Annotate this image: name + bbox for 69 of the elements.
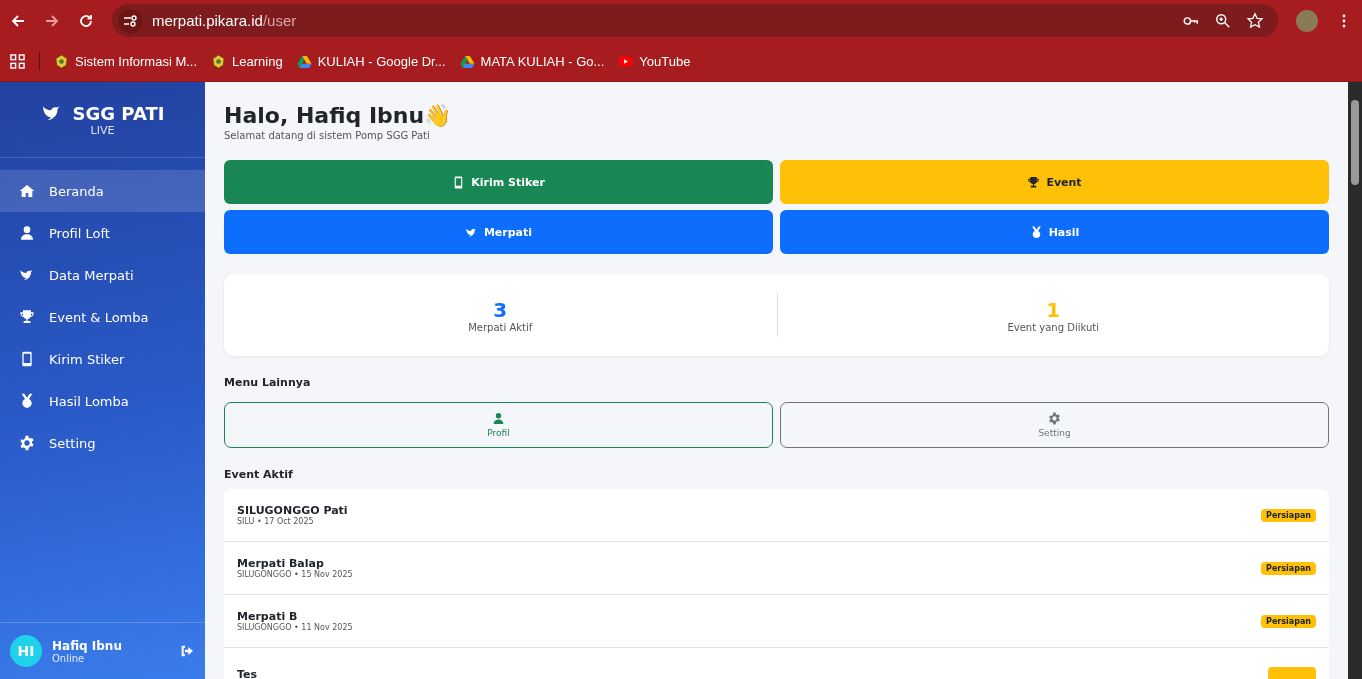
menu-button[interactable]: Setting bbox=[780, 402, 1329, 448]
bookmark[interactable]: MATA KULIAH - Go... bbox=[459, 53, 605, 69]
action-button[interactable]: Hasil bbox=[780, 210, 1329, 254]
sidebar-item[interactable]: Profil Loft bbox=[0, 212, 205, 254]
star-icon[interactable] bbox=[1246, 11, 1264, 30]
menu-button[interactable]: Profil bbox=[224, 402, 773, 448]
url-host: merpati.pikara.id bbox=[152, 12, 263, 29]
crest-icon bbox=[54, 53, 69, 69]
trophy-icon bbox=[19, 309, 35, 325]
section-heading: Menu Lainnya bbox=[224, 376, 312, 389]
url-path: /user bbox=[262, 12, 297, 29]
action-button[interactable]: Merpati bbox=[224, 210, 773, 254]
bookmark[interactable]: KULIAH - Google Dr... bbox=[296, 53, 446, 69]
sidebar-item[interactable]: Kirim Stiker bbox=[0, 338, 205, 380]
action-button[interactable]: Event bbox=[780, 160, 1329, 204]
sidebar-item[interactable]: Event & Lomba bbox=[0, 296, 205, 338]
drive-icon bbox=[459, 53, 475, 69]
sidebar-item[interactable]: Data Merpati bbox=[0, 254, 205, 296]
apps-grid-icon[interactable] bbox=[10, 53, 25, 69]
event-title: Tes bbox=[237, 667, 259, 679]
back-icon[interactable] bbox=[10, 12, 26, 29]
event-meta: SILU • 17 Oct 2025 bbox=[237, 517, 315, 526]
sidebar-item[interactable]: Hasil Lomba bbox=[0, 380, 205, 422]
settings-icon bbox=[19, 435, 35, 451]
person-icon bbox=[19, 225, 35, 241]
scrollbar[interactable] bbox=[1348, 82, 1362, 679]
person-icon bbox=[492, 412, 505, 425]
bookmark[interactable]: Sistem Informasi M... bbox=[54, 53, 198, 69]
forward-icon[interactable] bbox=[44, 12, 60, 29]
action-button[interactable]: Kirim Stiker bbox=[224, 160, 773, 204]
bookmark[interactable]: YouTube bbox=[618, 53, 691, 69]
zoom-icon[interactable] bbox=[1214, 11, 1232, 30]
greeting-heading: Halo, Hafiq Ibnu👋 bbox=[224, 102, 453, 130]
home-icon bbox=[19, 183, 35, 199]
scrollbar-thumb[interactable] bbox=[1351, 100, 1359, 185]
user-avatar: HI bbox=[10, 635, 42, 667]
sidebar-item[interactable]: Setting bbox=[0, 422, 205, 464]
stat-value: 1 bbox=[1046, 297, 1061, 322]
drive-icon bbox=[296, 53, 312, 69]
medal-icon bbox=[19, 393, 35, 409]
section-heading: Event Aktif bbox=[224, 468, 294, 481]
address-bar[interactable]: merpati.pikara.id/user bbox=[112, 4, 1278, 37]
sidebar-item[interactable]: Beranda bbox=[0, 170, 205, 212]
event-title: Merpati B bbox=[237, 610, 299, 623]
status-badge: Persiapan bbox=[1261, 561, 1316, 575]
user-status: Online bbox=[52, 652, 85, 664]
crest-icon bbox=[211, 53, 227, 69]
event-title: SILUGONGGO Pati bbox=[237, 504, 349, 517]
user-name: Hafiq Ibnu bbox=[52, 638, 123, 653]
bookmark[interactable]: Learning bbox=[211, 53, 283, 69]
event-title: Merpati Balap bbox=[237, 557, 324, 570]
stat-value: 3 bbox=[493, 297, 508, 322]
trophy-icon bbox=[1027, 175, 1041, 189]
site-info-icon[interactable] bbox=[118, 8, 142, 33]
status-badge: Persiapan bbox=[1261, 614, 1316, 628]
event-meta: SILUGONGGO • 15 Nov 2025 bbox=[237, 570, 354, 579]
settings-icon bbox=[1048, 412, 1061, 425]
bird-icon bbox=[19, 267, 35, 283]
phone-icon bbox=[19, 351, 35, 367]
greeting-subtitle: Selamat datang di sistem Pomp SGG Pati bbox=[224, 130, 431, 141]
status-badge: Persiapan bbox=[1261, 508, 1316, 522]
logout-icon[interactable] bbox=[179, 643, 195, 659]
event-meta: SILUGONGGO • 11 Nov 2025 bbox=[237, 623, 354, 632]
stat-label: Merpati Aktif bbox=[468, 321, 533, 333]
brand-subtitle: LIVE bbox=[90, 124, 115, 137]
stat-label: Event yang Diikuti bbox=[1007, 321, 1099, 333]
status-badge bbox=[1268, 667, 1316, 679]
reload-icon[interactable] bbox=[78, 12, 94, 29]
brand-name: SGG PATI bbox=[72, 102, 165, 124]
